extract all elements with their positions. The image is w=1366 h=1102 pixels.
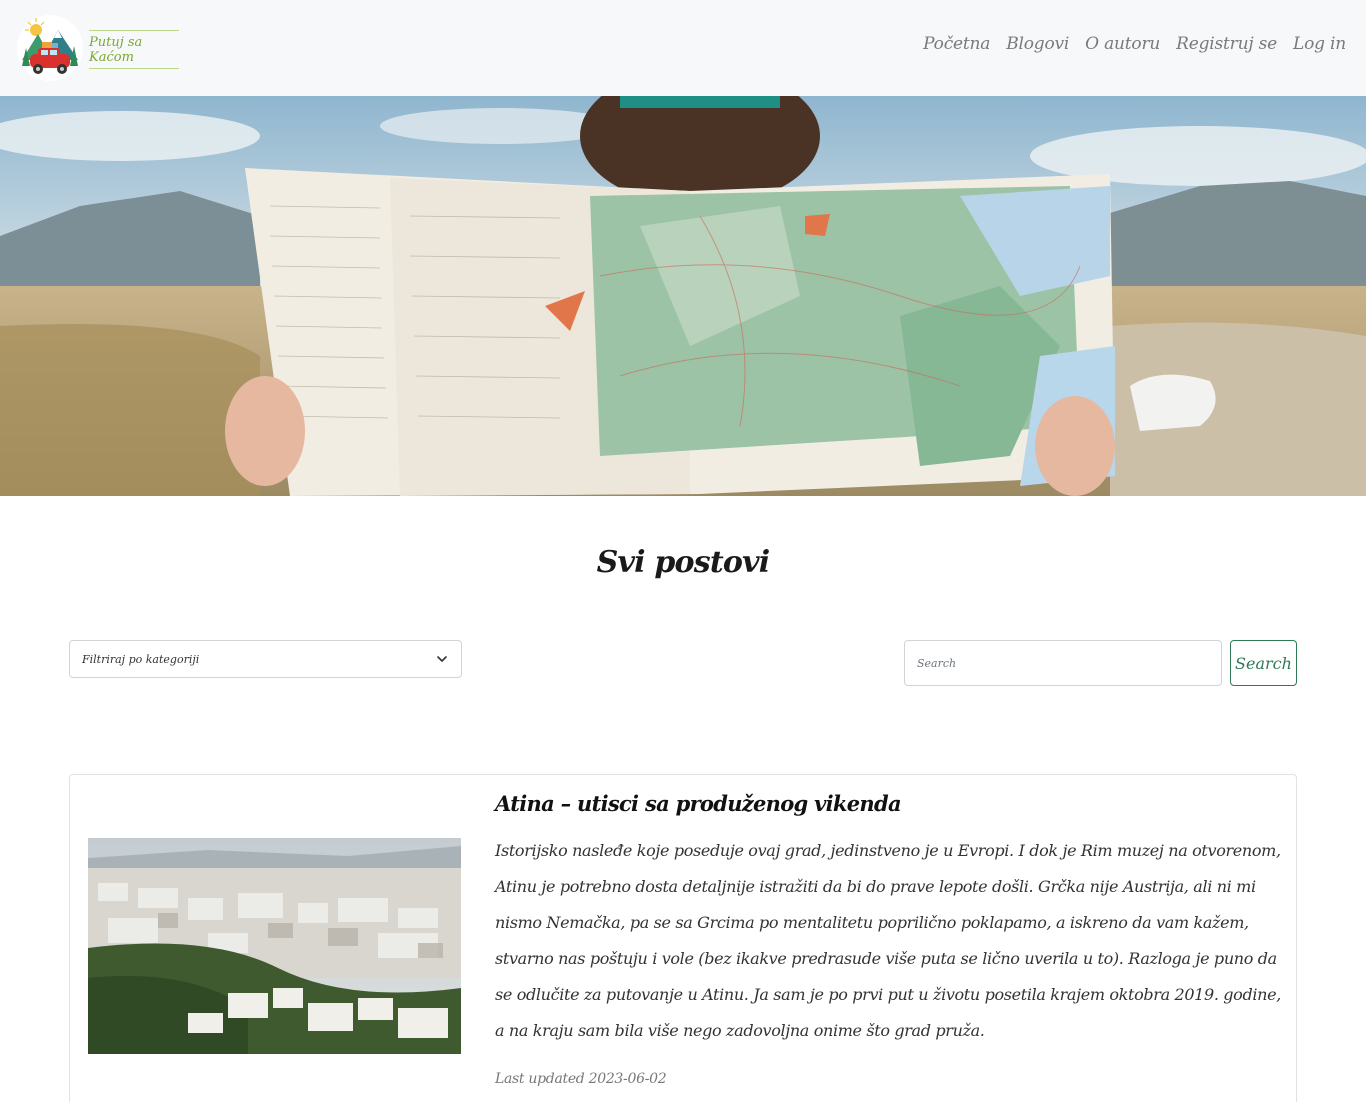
category-filter-select[interactable]: Filtriraj po kategoriji [69,640,462,678]
page-title: Svi postovi [596,545,771,580]
nav-item-o-autoru[interactable]: O autoru [1085,34,1160,54]
navbar: Putuj sa Kaćom Početna Blogovi O autoru … [0,0,1366,96]
brand-name: Putuj sa Kaćom [89,30,179,69]
post-card[interactable]: Atina – utisci sa produženog vikenda Ist… [69,774,1297,1102]
nav-item-pocetna[interactable]: Početna [923,34,990,54]
main-nav: Početna Blogovi O autoru Registruj se Lo… [923,34,1346,54]
post-updated-date: Last updated 2023-06-02 [495,1071,667,1087]
category-filter-value: Filtriraj po kategoriji [82,652,200,666]
search-button[interactable]: Search [1230,640,1297,686]
nav-item-blogovi[interactable]: Blogovi [1006,34,1069,54]
chevron-down-icon [437,656,447,662]
post-excerpt: Istorijsko nasleđe koje poseduje ovaj gr… [495,841,1281,1040]
post-thumbnail-image[interactable] [88,838,461,1054]
search-input[interactable] [904,640,1222,686]
car-logo-icon [17,15,83,81]
nav-item-registruj-se[interactable]: Registruj se [1176,34,1277,54]
post-title[interactable]: Atina – utisci sa produženog vikenda [495,791,902,816]
brand-link[interactable]: Putuj sa Kaćom [16,14,179,82]
hero-image [0,96,1366,496]
nav-item-log-in[interactable]: Log in [1293,34,1346,54]
